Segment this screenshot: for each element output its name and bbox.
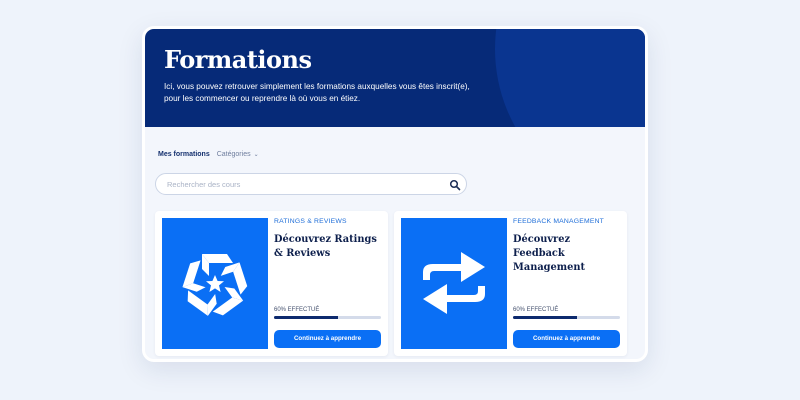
tab-categories-label: Catégories [216, 151, 251, 158]
progress-bar [274, 316, 381, 319]
continue-learning-button[interactable]: Continuez à apprendre [274, 330, 381, 348]
chevron-down-icon: ⌄ [253, 152, 259, 158]
continue-learning-button[interactable]: Continuez à apprendre [513, 330, 620, 348]
course-category: FEEDBACK MANAGEMENT [513, 218, 605, 225]
search-input[interactable]: Rechercher des cours [155, 173, 467, 195]
course-title[interactable]: Découvrez Ratings & Reviews [274, 233, 384, 261]
course-card: RATINGS & REVIEWS Découvrez Ratings & Re… [155, 211, 388, 356]
progress-fill [274, 316, 339, 319]
course-category: RATINGS & REVIEWS [274, 218, 347, 225]
page-title: Formations [164, 45, 312, 74]
swap-arrows-icon [423, 252, 485, 314]
progress-label: 60% EFFECTUÉ [274, 307, 320, 313]
progress-label: 60% EFFECTUÉ [513, 307, 559, 313]
tab-mes-formations[interactable]: Mes formations [158, 151, 210, 158]
hero-banner: Formations Ici, vous pouvez retrouver si… [145, 29, 645, 127]
star-swirl-icon [182, 254, 248, 316]
filter-tabs: Mes formations Catégories ⌄ [158, 151, 259, 158]
progress-bar [513, 316, 620, 319]
hero-decoration [495, 29, 645, 127]
course-card: FEEDBACK MANAGEMENT Découvrez Feedback M… [394, 211, 627, 356]
page-description: Ici, vous pouvez retrouver simplement le… [164, 82, 470, 103]
course-thumbnail[interactable] [162, 218, 268, 349]
tab-categories[interactable]: Catégories ⌄ [217, 151, 259, 158]
search-placeholder: Rechercher des cours [167, 180, 241, 189]
app-window: Formations Ici, vous pouvez retrouver si… [142, 26, 648, 362]
search-icon[interactable] [449, 178, 461, 191]
progress-fill [513, 316, 578, 319]
course-title[interactable]: Découvrez Feedback Management [513, 233, 623, 275]
course-thumbnail[interactable] [401, 218, 507, 349]
